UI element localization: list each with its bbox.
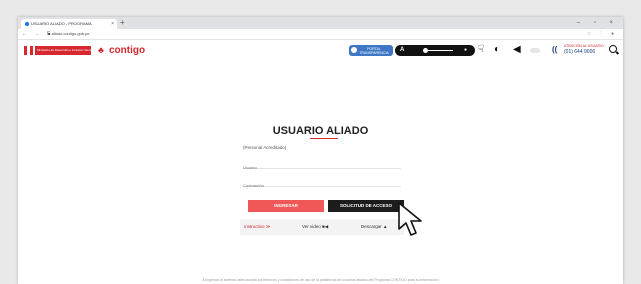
phone-number[interactable]: (01) 644 9006: [564, 49, 595, 55]
password-input[interactable]: [243, 183, 401, 188]
contigo-logo[interactable]: contigo: [109, 45, 145, 56]
username-field[interactable]: [243, 156, 401, 170]
audio-icon[interactable]: ◀: [513, 44, 521, 56]
accessibility-zoom-bar[interactable]: A ●: [395, 45, 475, 56]
browser-window: USUARIO ALIADO - PROGRAMA × + – ▫ × ← → …: [18, 17, 623, 284]
main-content: USUARIO ALIADO: [18, 62, 623, 284]
search-icon[interactable]: [609, 45, 617, 53]
instructions-link[interactable]: Instructivo ≫: [244, 219, 270, 235]
login-button[interactable]: INGRESAR: [248, 200, 324, 212]
gob-logo[interactable]: Ministerio de Desarrollo e Inclusión Soc…: [35, 46, 91, 55]
tab-title: USUARIO ALIADO - PROGRAMA: [31, 21, 92, 26]
username-input[interactable]: [243, 165, 401, 170]
portal-icon: [351, 47, 357, 53]
video-link[interactable]: Ver video ■◀: [302, 219, 328, 235]
footer-text: Al ingresar al sistema usted acepta los …: [202, 278, 439, 282]
title-underline: [310, 138, 338, 139]
address-bar: ← → C ■ aliado.contigo.gob.pe ☆ ⋮ ●: [18, 29, 623, 40]
site-header: Ministerio de Desarrollo e Inclusión Soc…: [18, 40, 623, 63]
new-tab-button[interactable]: +: [120, 18, 125, 28]
window-controls[interactable]: – ▫ ×: [577, 17, 619, 29]
address-bar-actions[interactable]: ☆ ⋮ ●: [587, 29, 617, 39]
people-icon: ♣: [98, 45, 104, 55]
tab-bar: USUARIO ALIADO - PROGRAMA × + – ▫ ×: [18, 17, 623, 29]
favicon-icon: [25, 21, 29, 26]
tab-close-button[interactable]: ×: [111, 19, 114, 29]
portal-label: PORTAL TRANSPARENCIA: [359, 47, 389, 55]
help-links-bar: Instructivo ≫ Ver video ■◀ Descargar ▲: [240, 219, 404, 235]
password-field[interactable]: [243, 174, 401, 188]
peru-flag-icon: [24, 46, 33, 55]
page-title-visible: USUARIO ALIADO: [272, 125, 369, 137]
portal-transparencia-button[interactable]: PORTAL TRANSPARENCIA: [349, 45, 393, 56]
zoom-slider-handle[interactable]: [423, 48, 428, 53]
sign-language-icon[interactable]: ☟: [478, 44, 484, 56]
zoom-indicator: ●: [463, 47, 467, 53]
a11y-label: A: [400, 47, 405, 53]
phone-icon: ((: [552, 45, 558, 54]
contrast-icon[interactable]: ◐: [494, 44, 500, 56]
download-link[interactable]: Descargar ▲: [361, 219, 387, 235]
url-field[interactable]: ■ aliado.contigo.gob.pe: [48, 31, 90, 37]
audio-toggle[interactable]: [530, 48, 540, 53]
access-request-button[interactable]: SOLICITUD DE ACCESO: [328, 200, 404, 212]
browser-tab[interactable]: USUARIO ALIADO - PROGRAMA ×: [21, 19, 117, 29]
page-subtitle: (Personal Acreditado): [243, 145, 287, 150]
mouse-pointer-icon: [398, 202, 422, 236]
